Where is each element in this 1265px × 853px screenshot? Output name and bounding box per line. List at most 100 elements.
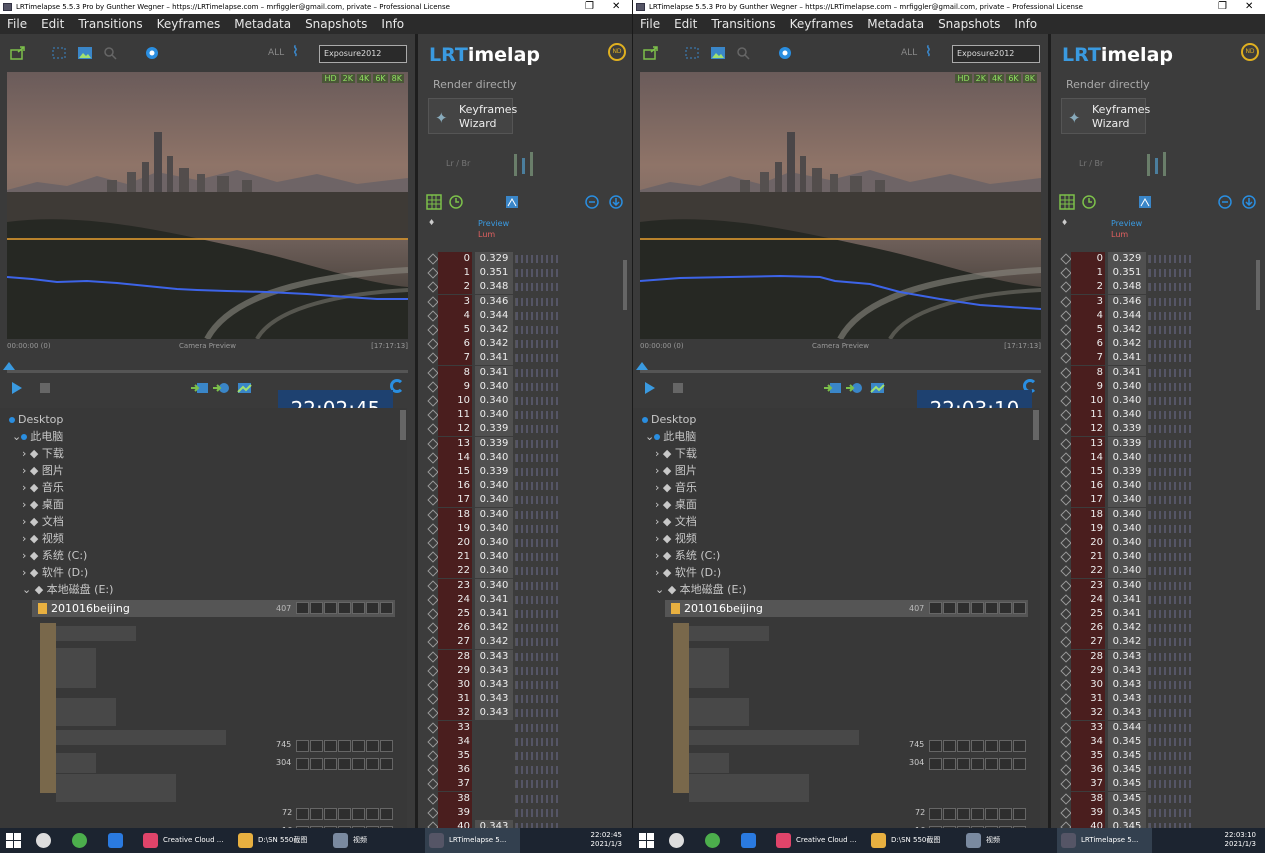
visual-deflicker-icon[interactable] <box>504 194 520 210</box>
tree-item-videos[interactable]: › ◆ 视频 <box>22 530 64 547</box>
res-2k[interactable]: 2K <box>340 74 355 83</box>
windows-start-icon[interactable] <box>6 833 21 848</box>
keyframe-toggle-icon[interactable] <box>1060 253 1072 265</box>
keyframe-row[interactable]: 10 0.340 <box>418 394 632 408</box>
menu-metadata[interactable]: Metadata <box>867 17 924 31</box>
render-sequence-icon[interactable] <box>191 380 209 394</box>
keyframe-row[interactable]: 10 0.340 <box>1051 394 1265 408</box>
keyframe-row[interactable]: 2 0.348 <box>418 280 632 295</box>
keyframe-row[interactable]: 26 0.342 <box>418 621 632 636</box>
keyframe-toggle-icon[interactable] <box>427 721 439 734</box>
keyframe-toggle-icon[interactable] <box>427 750 439 762</box>
clock[interactable]: 22:03:10 2021/1/3 <box>1214 831 1256 849</box>
keyframe-toggle-icon[interactable] <box>1060 409 1072 421</box>
tree-scrollbar[interactable] <box>1033 410 1039 440</box>
keyframe-row[interactable]: 34 0.345 <box>1051 734 1265 749</box>
download-icon[interactable] <box>608 194 624 210</box>
keyframe-toggle-icon[interactable] <box>1060 665 1072 677</box>
scrubber-handle[interactable] <box>636 362 648 370</box>
taskbar-item-explorer[interactable]: D:\SN 550截图 <box>871 828 940 853</box>
keyframe-row[interactable]: 22 0.340 <box>418 564 632 579</box>
tree-item-documents[interactable]: › ◆ 文档 <box>655 513 697 530</box>
windows-start-icon[interactable] <box>639 833 654 848</box>
keyframe-toggle-icon[interactable] <box>1060 423 1072 436</box>
keyframe-toggle-icon[interactable] <box>1060 736 1072 748</box>
res-8k[interactable]: 8K <box>389 74 404 83</box>
menu-info[interactable]: Info <box>1014 17 1037 31</box>
keyframe-row[interactable]: 27 0.342 <box>1051 635 1265 650</box>
keyframe-row[interactable]: 26 0.342 <box>1051 621 1265 636</box>
keyframe-toggle-icon[interactable] <box>427 480 439 492</box>
keyframe-toggle-icon[interactable] <box>427 281 439 294</box>
export-frames-icon[interactable] <box>868 380 886 394</box>
scrubber-track[interactable] <box>640 370 1041 373</box>
keyframe-toggle-icon[interactable] <box>1060 778 1072 791</box>
keyframe-row[interactable]: 39 <box>418 805 632 820</box>
keyframe-row[interactable]: 1 0.351 <box>1051 266 1265 281</box>
keyframe-toggle-icon[interactable] <box>1060 764 1072 776</box>
keyframe-toggle-icon[interactable] <box>427 665 439 677</box>
keyframe-toggle-icon[interactable] <box>1060 594 1072 606</box>
keyframes-wizard-button[interactable]: ✦ Keyframes Wizard <box>1061 98 1150 134</box>
keyframe-row[interactable]: 25 0.341 <box>418 607 632 621</box>
keyframe-toggle-icon[interactable] <box>1060 721 1072 734</box>
keyframe-toggle-icon[interactable] <box>427 267 439 279</box>
menu-edit[interactable]: Edit <box>41 17 64 31</box>
keyframe-row[interactable]: 22 0.340 <box>1051 564 1265 579</box>
menu-keyframes[interactable]: Keyframes <box>790 17 854 31</box>
keyframe-row[interactable]: 19 0.340 <box>1051 521 1265 536</box>
menu-transitions[interactable]: Transitions <box>78 17 142 31</box>
play-icon[interactable] <box>645 382 655 394</box>
keyframe-toggle-icon[interactable] <box>427 324 439 336</box>
keyframe-row[interactable]: 0 0.329 <box>1051 252 1265 266</box>
keyframe-row[interactable]: 11 0.340 <box>418 408 632 423</box>
keyframe-row[interactable]: 6 0.342 <box>1051 337 1265 352</box>
keyframe-toggle-icon[interactable] <box>1060 679 1072 691</box>
res-6k[interactable]: 6K <box>1006 74 1021 83</box>
keyframe-toggle-icon[interactable] <box>427 366 439 379</box>
tree-this-pc[interactable]: ⌄ 此电脑 <box>12 428 63 445</box>
keyframe-row[interactable]: 18 0.340 <box>418 507 632 522</box>
keyframe-toggle-icon[interactable] <box>427 792 439 805</box>
keyframe-row[interactable]: 33 0.344 <box>1051 720 1265 735</box>
keyframe-row[interactable]: 18 0.340 <box>1051 507 1265 522</box>
keyframe-row[interactable]: 32 0.343 <box>418 706 632 721</box>
keyframe-toggle-icon[interactable] <box>427 537 439 549</box>
keyframe-toggle-icon[interactable] <box>427 679 439 691</box>
keyframe-row[interactable]: 12 0.339 <box>418 422 632 437</box>
tree-item-drive-c[interactable]: › ◆ 系统 (C:) <box>655 547 720 564</box>
selected-folder-row[interactable]: 201016beijing 407 <box>665 600 1028 617</box>
keyframe-row[interactable]: 13 0.339 <box>418 436 632 451</box>
render-directly-label[interactable]: Render directly <box>433 78 517 91</box>
tree-item-downloads[interactable]: › ◆ 下载 <box>22 445 64 462</box>
keyframe-row[interactable]: 1 0.351 <box>418 266 632 281</box>
keyframe-row[interactable]: 3 0.346 <box>418 294 632 309</box>
keyframe-toggle-icon[interactable] <box>1060 523 1072 535</box>
keyframe-row[interactable]: 8 0.341 <box>1051 365 1265 380</box>
restore-icon[interactable]: ❐ <box>1218 0 1227 13</box>
keyframe-toggle-icon[interactable] <box>1060 395 1072 407</box>
keyframe-row[interactable]: 31 0.343 <box>1051 692 1265 707</box>
keyframe-row[interactable]: 15 0.339 <box>1051 465 1265 479</box>
curve-icon[interactable]: ⌇ <box>925 44 932 60</box>
image-icon[interactable] <box>710 45 726 59</box>
menu-transitions[interactable]: Transitions <box>711 17 775 31</box>
res-2k[interactable]: 2K <box>973 74 988 83</box>
keyframe-row[interactable]: 24 0.341 <box>1051 592 1265 607</box>
menu-file[interactable]: File <box>7 17 27 31</box>
keyframe-toggle-icon[interactable] <box>1060 508 1072 521</box>
browser-icon[interactable] <box>72 833 87 848</box>
menu-info[interactable]: Info <box>381 17 404 31</box>
keyframe-row[interactable]: 21 0.340 <box>418 550 632 565</box>
keyframe-row[interactable]: 37 0.345 <box>1051 777 1265 792</box>
menu-edit[interactable]: Edit <box>674 17 697 31</box>
list-scrollbar[interactable] <box>623 260 627 310</box>
keyframe-row[interactable]: 19 0.340 <box>418 521 632 536</box>
tree-item-pictures[interactable]: › ◆ 图片 <box>22 462 64 479</box>
keyframe-row[interactable]: 32 0.343 <box>1051 706 1265 721</box>
render-directly-label[interactable]: Render directly <box>1066 78 1150 91</box>
keyframe-row[interactable]: 28 0.343 <box>1051 649 1265 664</box>
sync-icon[interactable] <box>1217 194 1233 210</box>
render-sequence-icon[interactable] <box>824 380 842 394</box>
keyframe-row[interactable]: 12 0.339 <box>1051 422 1265 437</box>
